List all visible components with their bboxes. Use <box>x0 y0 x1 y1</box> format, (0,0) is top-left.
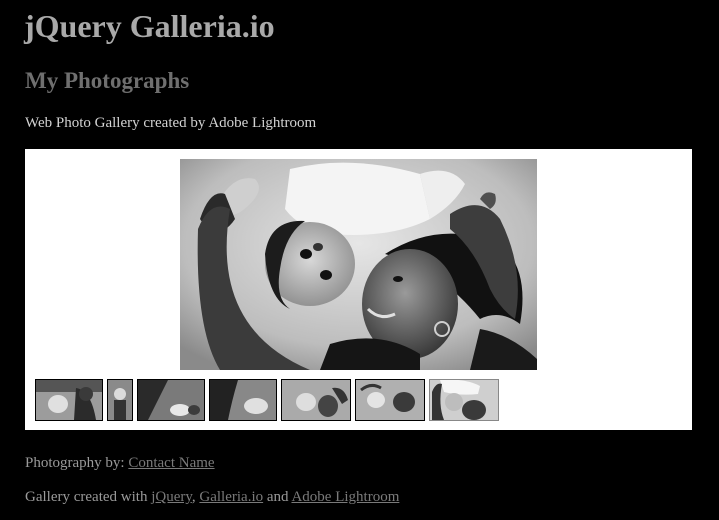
thumbnail-7[interactable] <box>429 379 499 421</box>
thumbnail-6[interactable] <box>355 379 425 421</box>
galleria-link[interactable]: Galleria.io <box>199 489 263 505</box>
jquery-link[interactable]: jQuery <box>151 489 192 505</box>
thumbnail-4[interactable] <box>209 379 277 421</box>
made-prefix: Gallery created with <box>25 489 152 505</box>
photography-credit: Photography by: Contact Name <box>25 455 215 472</box>
thumbnail-1-image <box>36 380 102 420</box>
main-photo[interactable] <box>180 159 537 370</box>
thumbnail-strip <box>35 379 499 422</box>
thumbnail-6-image <box>356 380 424 420</box>
thumbnail-3-image <box>138 380 204 420</box>
gallery-description: Web Photo Gallery created by Adobe Light… <box>25 115 317 131</box>
gallery-page: jQuery Galleria.io My Photographs Web Ph… <box>0 0 719 520</box>
site-title: jQuery Galleria.io <box>24 8 275 44</box>
gallery-created-with: Gallery created with jQuery, Galleria.io… <box>25 489 399 506</box>
credit-prefix: Photography by: <box>25 455 129 471</box>
contact-name-link[interactable]: Contact Name <box>128 455 214 471</box>
thumbnail-7-image <box>430 380 498 420</box>
thumbnail-2-image <box>108 380 132 420</box>
lightroom-link[interactable]: Adobe Lightroom <box>291 489 399 505</box>
separator-and: and <box>263 489 292 505</box>
thumbnail-5-image <box>282 380 350 420</box>
thumbnail-5[interactable] <box>281 379 351 421</box>
thumbnail-3[interactable] <box>137 379 205 421</box>
thumbnail-4-image <box>210 380 276 420</box>
main-photo-image <box>180 159 537 370</box>
thumbnail-2[interactable] <box>107 379 133 421</box>
thumbnail-1[interactable] <box>35 379 103 421</box>
gallery-stage <box>25 149 692 430</box>
gallery-title: My Photographs <box>25 68 190 93</box>
